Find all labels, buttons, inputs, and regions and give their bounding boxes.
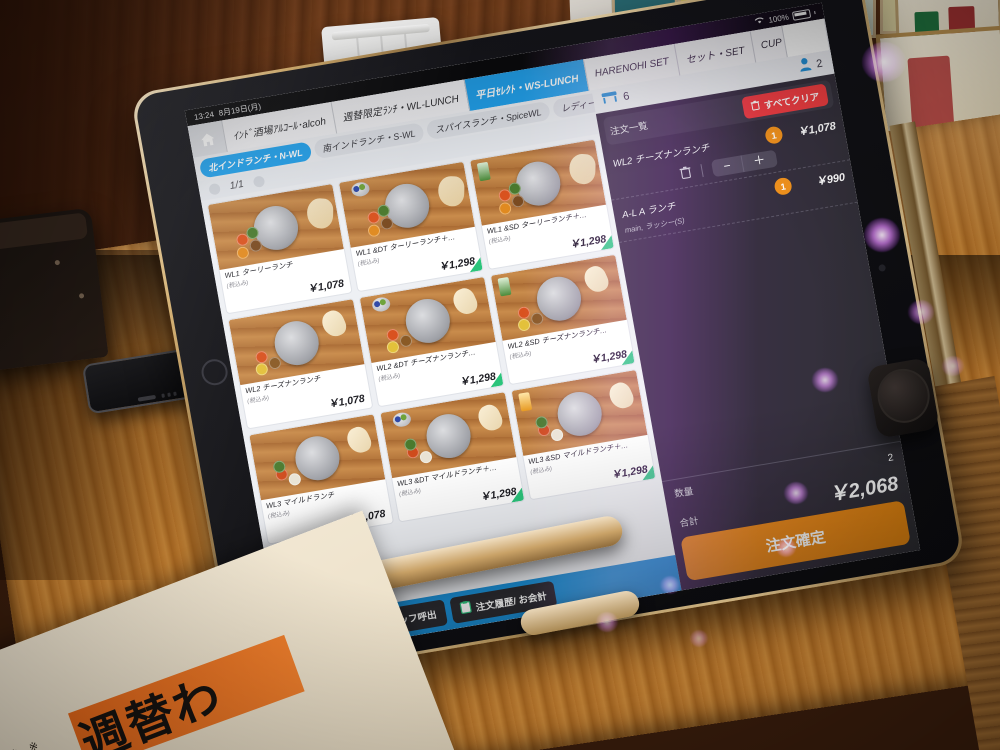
increase-qty-button[interactable]: ＋ [740,149,778,173]
menu-card[interactable]: WL1 &SD ターリーランチ＋… (税込み) ￥1,298 [468,138,616,271]
menu-board-text-block [907,55,955,129]
person-icon [797,56,813,77]
table-icon [600,89,620,111]
phone-charging-port [137,394,157,402]
clipboard-icon [459,600,473,618]
quantity-value: 2 [886,452,895,465]
promo-corner-badge [488,372,504,388]
tab-label: CUP [759,36,783,51]
controls-divider [700,164,705,178]
battery-percent: 100% [767,12,790,25]
decrease-qty-button[interactable]: − [711,156,743,178]
promo-corner-badge [619,350,635,366]
tab-label: HARENOHI SET [593,55,670,80]
order-item-qty-badge: 1 [764,125,784,145]
menu-card[interactable]: WL3 マイルドランチ (税込み) ￥1,078 [248,413,395,545]
menu-card[interactable]: WL2 &DT チーズナンランチ… (税込み) ￥1,298 [358,275,505,408]
holder-knob [873,364,934,427]
status-time: 13:24 [193,109,215,122]
quantity-label: 数量 [673,486,695,501]
table-number: 6 [622,90,631,104]
menu-card[interactable]: WL1 &DT ターリーランチ＋… (税込み) ￥1,298 [337,160,484,293]
flyer-title: 週替わ [73,667,230,750]
chevron-left-icon[interactable] [208,182,221,195]
page-indicator: 1/1 [228,178,245,192]
trash-icon [750,99,761,113]
bag-opening [0,212,89,253]
leather-bag [0,207,109,373]
front-camera-icon [878,263,887,272]
clear-all-label: すべてクリア [763,91,821,112]
battery-tip [814,10,816,14]
wifi-icon [753,16,766,28]
menu-card[interactable]: WL3 &SD マイルドランチ＋… (税込み) ￥1,298 [510,368,657,501]
promo-corner-badge [509,487,525,503]
chevron-right-icon[interactable] [252,174,266,188]
promo-corner-badge [467,257,483,273]
menu-card[interactable]: WL1 ターリーランチ (税込み) ￥1,078 [206,182,353,315]
promo-corner-badge [640,465,656,481]
promo-corner-badge [598,235,614,251]
total-label: 合計 [678,515,700,530]
photo-scene: 13:24 8月19日(月) 100% ｲﾝﾄﾞ酒場ｱﾙｺｰﾙ･alcoh 週替… [0,0,1000,750]
battery-icon [791,8,812,21]
total-value: ￥2,068 [827,472,901,507]
menu-card[interactable]: WL2 チーズナンランチ (税込み) ￥1,078 [227,298,374,430]
person-count: 2 [815,57,824,71]
quantity-stepper[interactable]: − ＋ [711,149,778,178]
order-item-price: ￥1,078 [796,119,837,139]
confirm-order-label: 注文確定 [764,528,827,556]
tablet-holder [866,357,940,439]
delete-item-icon[interactable] [679,164,694,182]
tab-label: セット・SET [684,44,746,66]
home-button[interactable] [199,357,230,388]
menu-card[interactable]: WL2 &SD チーズナンランチ… (税込み) ￥1,298 [489,253,636,386]
order-panel-title: 注文一覧 [609,120,649,138]
menu-card[interactable]: WL3 &DT マイルドランチ＋… (税込み) ￥1,298 [379,390,526,523]
order-item-qty-badge: 1 [773,176,794,197]
